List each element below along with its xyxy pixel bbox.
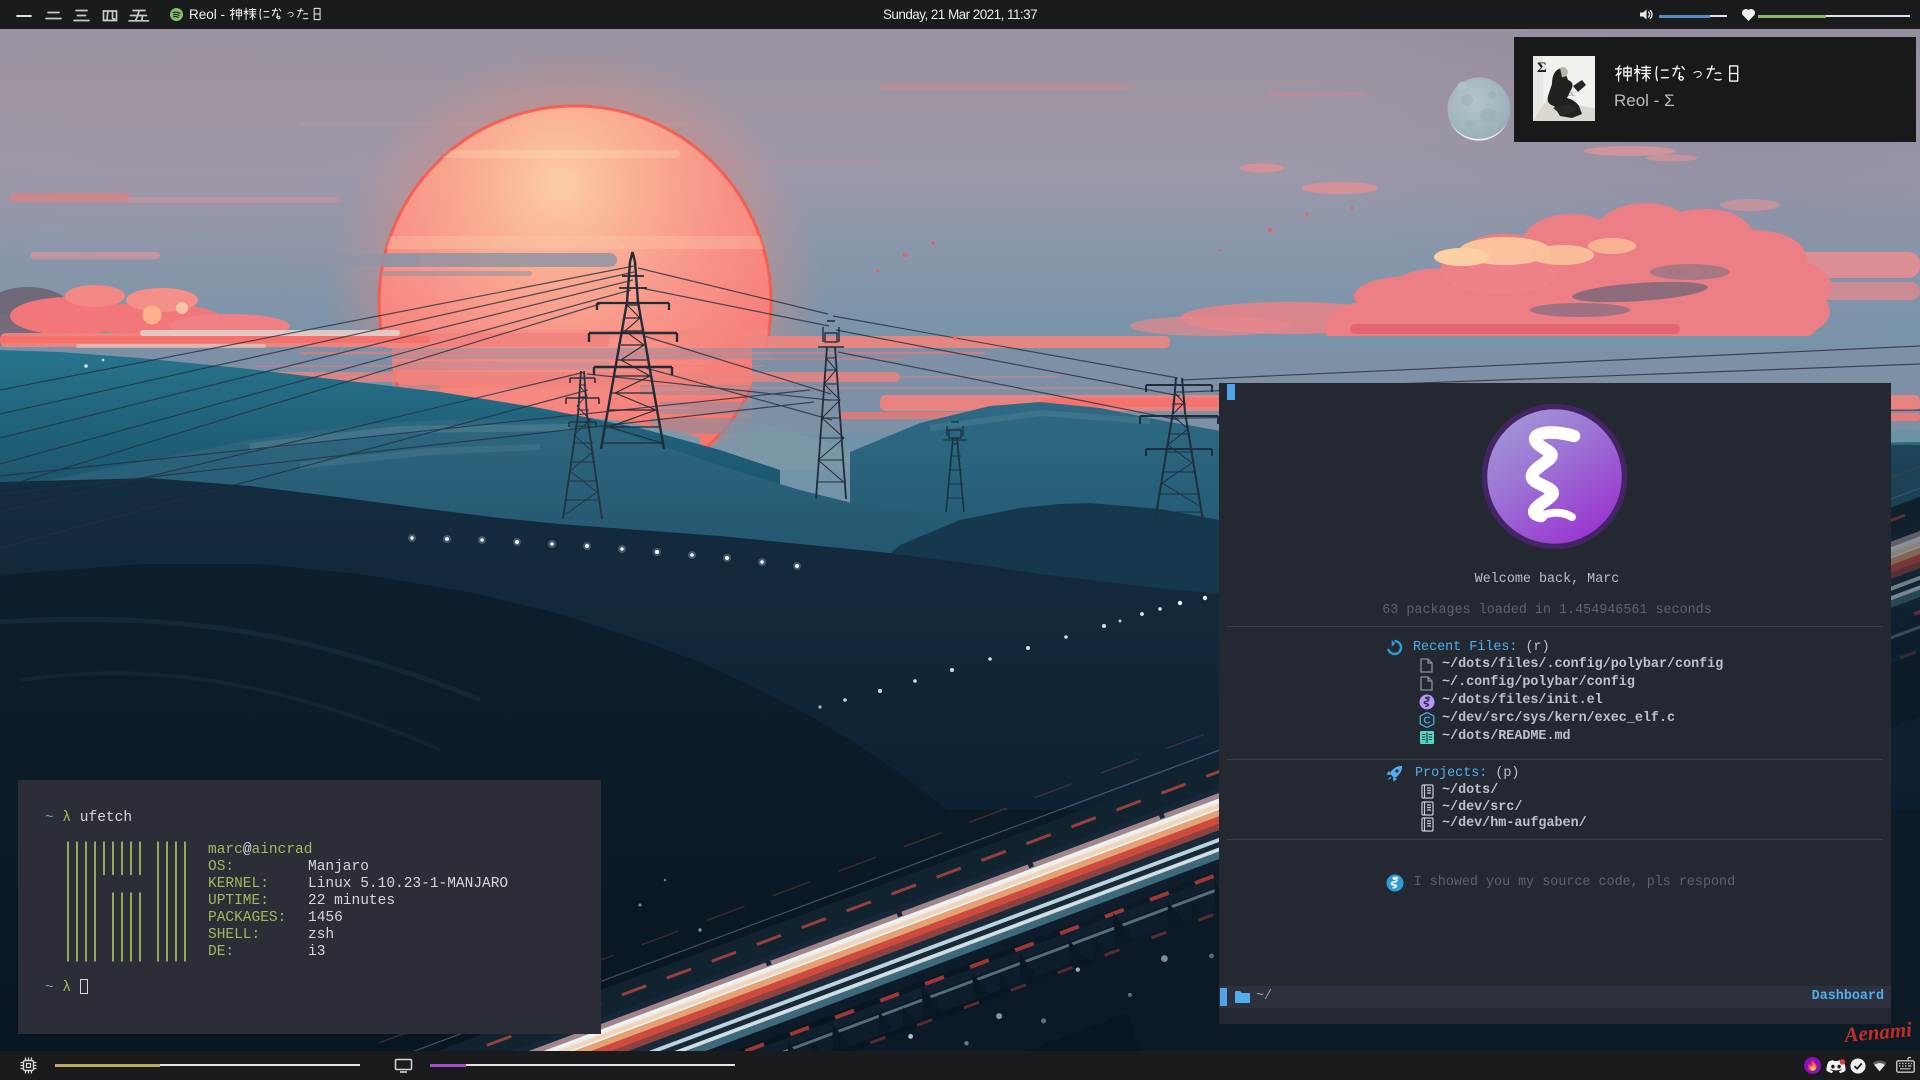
- svg-text:C: C: [1423, 715, 1431, 727]
- svg-text:Σ: Σ: [1537, 60, 1547, 76]
